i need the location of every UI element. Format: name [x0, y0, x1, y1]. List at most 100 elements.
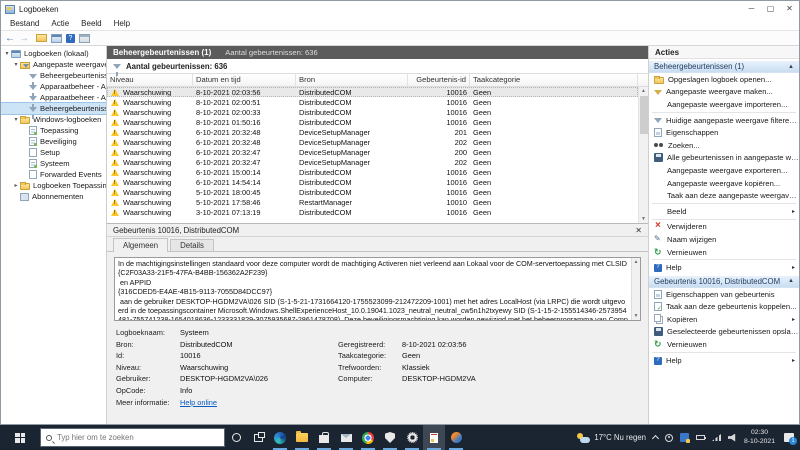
taskbar-settings[interactable]	[401, 425, 423, 450]
start-button[interactable]	[0, 425, 40, 450]
taskbar-search[interactable]	[40, 428, 225, 447]
weather-widget[interactable]: 17°C Nu regen	[577, 432, 646, 443]
maximize-button[interactable]: ▢	[761, 1, 780, 17]
action-create-custom-view[interactable]: Aangepaste weergave maken...	[649, 86, 799, 99]
action-refresh[interactable]: Vernieuwen	[649, 246, 799, 259]
tree-item-logboeken-lokaal-[interactable]: ▾ Logboeken (lokaal)	[1, 48, 106, 59]
network-icon[interactable]	[712, 434, 721, 441]
taskbar-windows-security[interactable]	[379, 425, 401, 450]
action-attach-task-to-view[interactable]: Taak aan deze aangepaste weergave kopp..…	[649, 189, 799, 202]
scroll-up-icon[interactable]: ▲	[641, 87, 646, 95]
action-filter-current-view[interactable]: Huidige aangepaste weergave filteren...	[649, 114, 799, 127]
tab-details[interactable]: Details	[170, 239, 214, 252]
forward-icon[interactable]: →	[19, 33, 29, 44]
action-view-menu[interactable]: Beeld ▸	[649, 205, 799, 218]
column-header-gebeurtenis-id[interactable]: Gebeurtenis-id	[408, 74, 470, 86]
back-icon[interactable]: ←	[5, 33, 15, 44]
taskbar-file-explorer[interactable]	[291, 425, 313, 450]
column-header-niveau[interactable]: Niveau	[107, 74, 193, 86]
action-help-event[interactable]: Help ▸	[649, 354, 799, 367]
search-input[interactable]	[57, 433, 197, 442]
table-row[interactable]: Waarschuwing 6-10-2021 20:32:48 DeviceSetu…	[107, 127, 638, 137]
action-properties[interactable]: Eigenschappen	[649, 126, 799, 139]
tree-item-beheergebeurtenissen-1-[interactable]: Beheergebeurtenissen (1)	[1, 102, 106, 119]
collapse-arrow-icon[interactable]: ▾	[12, 61, 20, 68]
action-rename[interactable]: Naam wijzigen	[649, 233, 799, 246]
action-delete[interactable]: Verwijderen	[649, 221, 799, 234]
tree-item-beveiliging[interactable]: Beveiliging	[1, 136, 106, 147]
battery-icon[interactable]	[696, 435, 706, 440]
action-help[interactable]: Help ▸	[649, 261, 799, 274]
action-copy-custom-view[interactable]: Aangepaste weergave kopiëren...	[649, 177, 799, 190]
action-save-all-events[interactable]: Alle gebeurtenissen in aangepaste weerga…	[649, 152, 799, 165]
tree-item-toepassing[interactable]: Toepassing	[1, 125, 106, 136]
open-saved-log-icon[interactable]	[36, 34, 47, 42]
menu-actie[interactable]: Actie	[45, 17, 75, 30]
description-scrollbar[interactable]: ▲ ▼	[631, 258, 640, 320]
volume-icon[interactable]	[728, 433, 736, 442]
action-find[interactable]: Zoeken...	[649, 139, 799, 152]
collapse-arrow-icon[interactable]: ▾	[12, 116, 20, 123]
menu-bestand[interactable]: Bestand	[4, 17, 45, 30]
taskbar-task-view[interactable]	[247, 425, 269, 450]
taskbar-mail[interactable]	[335, 425, 357, 450]
action-export-custom-view[interactable]: Aangepaste weergave exporteren...	[649, 164, 799, 177]
table-row[interactable]: Waarschuwing 8-10-2021 02:00:33 Distribute…	[107, 107, 638, 117]
scroll-down-icon[interactable]: ▼	[634, 312, 639, 320]
new-window-icon[interactable]	[79, 33, 90, 43]
table-row[interactable]: Waarschuwing 6-10-2021 20:32:48 DeviceSetu…	[107, 137, 638, 147]
taskbar-store[interactable]	[313, 425, 335, 450]
taskbar-event-viewer[interactable]	[423, 425, 445, 450]
actions-section-header[interactable]: Beheergebeurtenissen (1) ▲	[649, 60, 799, 73]
close-button[interactable]: ✕	[780, 1, 799, 17]
column-header-datum-en-tijd[interactable]: Datum en tijd	[193, 74, 296, 86]
tree-item-beheergebeurtenissen[interactable]: Beheergebeurtenissen	[1, 70, 106, 86]
notification-app-icon[interactable]	[680, 433, 690, 443]
taskbar-pinned-app[interactable]	[445, 425, 467, 450]
table-row[interactable]: Waarschuwing 6-10-2021 15:00:14 Distribute…	[107, 167, 638, 177]
table-row[interactable]: Waarschuwing 6-10-2021 14:54:14 Distribute…	[107, 177, 638, 187]
collapse-icon[interactable]: ▲	[788, 278, 794, 284]
column-header-taakcategorie[interactable]: Taakcategorie	[470, 74, 638, 86]
tree-item-apparaatbeheer-algeme[interactable]: Apparaatbeheer - Algeme	[1, 92, 106, 108]
clock[interactable]: 02:30 8-10-2021	[744, 429, 775, 446]
event-description-box[interactable]: In de machtigingsinstellingen standaard …	[114, 257, 641, 321]
console-tree-icon[interactable]	[51, 33, 62, 43]
minimize-button[interactable]: ─	[742, 1, 761, 17]
tray-overflow-icon[interactable]	[651, 434, 660, 443]
action-event-properties[interactable]: Eigenschappen van gebeurtenis	[649, 288, 799, 301]
table-row[interactable]: Waarschuwing 6-10-2021 20:32:47 DeviceSetu…	[107, 147, 638, 157]
tree-item-logboeken-toepassingen-en[interactable]: ▸ Logboeken Toepassingen en	[1, 180, 106, 191]
table-row[interactable]: Waarschuwing 8-10-2021 01:50:16 Distribute…	[107, 117, 638, 127]
column-header-bron[interactable]: Bron	[296, 74, 408, 86]
scroll-thumb[interactable]	[639, 96, 648, 134]
action-center-icon[interactable]: 1	[784, 433, 797, 445]
table-row[interactable]: Waarschuwing 5-10-2021 18:00:45 Distribute…	[107, 187, 638, 197]
tree-item-setup[interactable]: Setup	[1, 147, 106, 158]
table-row[interactable]: Waarschuwing 8-10-2021 02:00:51 Distribute…	[107, 97, 638, 107]
action-attach-task-to-event[interactable]: Taak aan deze gebeurtenis koppelen...	[649, 301, 799, 314]
action-refresh-event[interactable]: Vernieuwen	[649, 338, 799, 351]
tree-item-aangepaste-weergaven[interactable]: ▾ Aangepaste weergaven	[1, 59, 106, 70]
taskbar-cortana[interactable]	[225, 425, 247, 450]
onedrive-person-icon[interactable]	[665, 433, 673, 442]
tree-item-apparaatbeheer-algeme[interactable]: Apparaatbeheer - Algeme	[1, 81, 106, 97]
scroll-up-icon[interactable]: ▲	[634, 258, 639, 266]
expand-arrow-icon[interactable]: ▸	[12, 182, 20, 189]
help-online-link[interactable]: Help online	[180, 397, 338, 409]
action-copy[interactable]: Kopiëren ▸	[649, 313, 799, 326]
tab-algemeen[interactable]: Algemeen	[113, 238, 169, 252]
title-bar[interactable]: Logboeken ─ ▢ ✕	[1, 1, 799, 17]
collapse-arrow-icon[interactable]: ▾	[3, 50, 11, 57]
action-open-saved-log[interactable]: Opgeslagen logboek openen...	[649, 73, 799, 86]
event-list-scrollbar[interactable]: ▲ ▼	[638, 87, 648, 223]
tree-item-abonnementen[interactable]: Abonnementen	[1, 191, 106, 202]
menu-beeld[interactable]: Beeld	[75, 17, 107, 30]
collapse-icon[interactable]: ▲	[788, 64, 794, 70]
taskbar-edge[interactable]	[269, 425, 291, 450]
menu-help[interactable]: Help	[108, 17, 136, 30]
table-row[interactable]: Waarschuwing 3-10-2021 07:13:19 Distribute…	[107, 207, 638, 217]
tree-item-forwarded-events[interactable]: Forwarded Events	[1, 169, 106, 180]
table-row[interactable]: Waarschuwing 5-10-2021 17:58:46 RestartMan…	[107, 197, 638, 207]
tree-item-windows-logboeken[interactable]: ▾ Windows-logboeken	[1, 114, 106, 125]
